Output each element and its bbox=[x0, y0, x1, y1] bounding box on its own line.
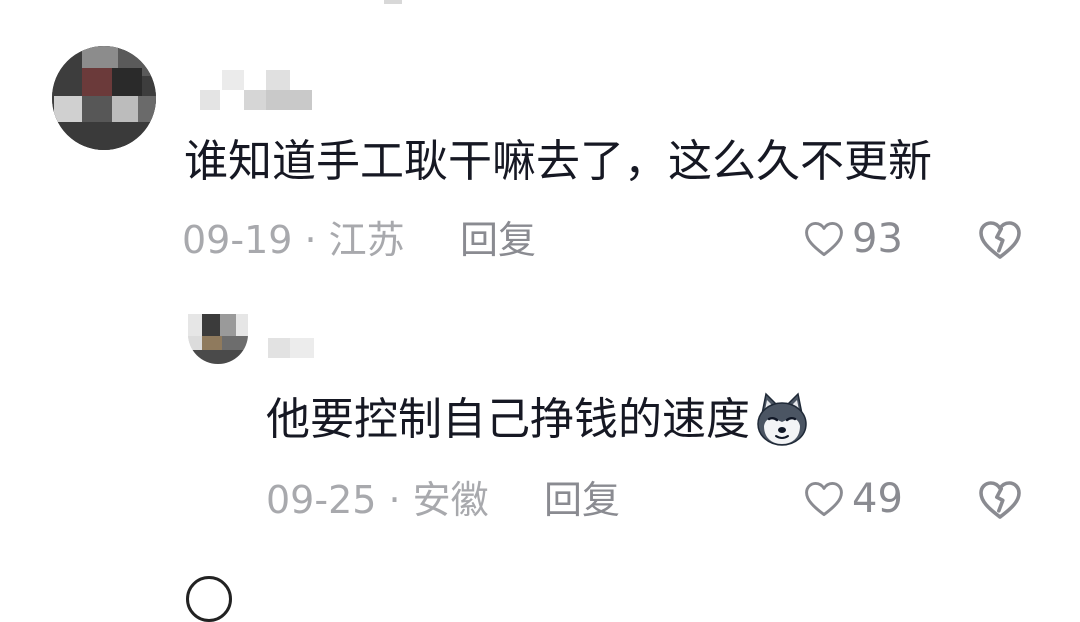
avatar-pixel bbox=[82, 96, 112, 122]
avatar-pixel bbox=[112, 96, 138, 122]
avatar-pixel bbox=[138, 96, 156, 122]
avatar-pixel bbox=[188, 336, 202, 350]
reply-button[interactable]: 回复 bbox=[544, 476, 620, 524]
reply-date-location: 09-25 · 安徽 bbox=[266, 478, 489, 522]
avatar-pixel bbox=[188, 350, 248, 364]
like-count: 93 bbox=[852, 216, 903, 262]
username-pixel bbox=[266, 70, 290, 90]
commenter-username-blurred[interactable] bbox=[200, 70, 312, 110]
broken-heart-icon bbox=[979, 481, 1021, 519]
username-pixel bbox=[268, 338, 290, 358]
avatar-pixel bbox=[52, 122, 156, 150]
commenter-avatar[interactable] bbox=[52, 46, 156, 150]
username-pixel bbox=[244, 90, 266, 110]
dislike-button[interactable] bbox=[976, 476, 1024, 524]
avatar-pixel bbox=[54, 96, 82, 122]
heart-outline-icon bbox=[805, 481, 843, 517]
username-pixel bbox=[222, 70, 244, 90]
username-pixel bbox=[290, 338, 314, 358]
avatar-pixel bbox=[220, 314, 236, 336]
clipped-element-top bbox=[384, 0, 402, 4]
reply-button[interactable]: 回复 bbox=[460, 216, 536, 264]
heart-outline-icon bbox=[805, 221, 843, 257]
like-count: 49 bbox=[852, 476, 903, 522]
dog-face-emoji-icon bbox=[752, 392, 812, 448]
comment-date-location: 09-19 · 江苏 bbox=[182, 218, 405, 262]
comment-text: 谁知道手工耿干嘛去了，这么久不更新 bbox=[184, 136, 932, 187]
replier-avatar[interactable] bbox=[188, 314, 248, 364]
next-comment-avatar[interactable] bbox=[186, 576, 232, 622]
avatar-pixel bbox=[222, 336, 248, 350]
like-button[interactable]: 49 bbox=[802, 474, 903, 524]
like-button[interactable]: 93 bbox=[802, 214, 903, 264]
broken-heart-icon bbox=[979, 221, 1021, 259]
avatar-pixel bbox=[112, 68, 142, 96]
username-pixel bbox=[200, 90, 220, 110]
reply-text: 他要控制自己挣钱的速度 bbox=[266, 394, 750, 445]
username-pixel bbox=[266, 90, 312, 110]
avatar-pixel bbox=[202, 336, 222, 350]
reply-comment: 他要控制自己挣钱的速度 bbox=[266, 392, 812, 448]
avatar-pixel bbox=[82, 68, 112, 96]
replier-username-blurred[interactable] bbox=[268, 338, 314, 358]
avatar-pixel bbox=[202, 314, 220, 336]
dislike-button[interactable] bbox=[976, 216, 1024, 264]
